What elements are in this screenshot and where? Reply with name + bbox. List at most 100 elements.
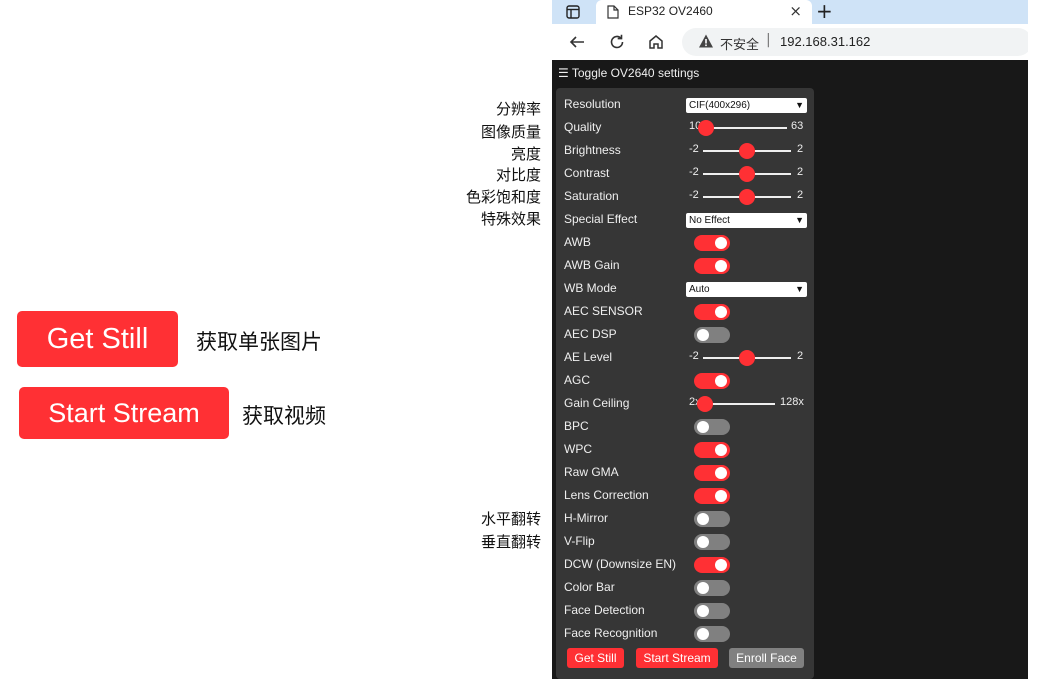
h-mirror-toggle[interactable] [694,511,730,527]
tab-esp32[interactable]: ESP32 OV2460 × [596,0,812,24]
resolution-value: CIF(400x296) [689,100,751,111]
gain-ceiling-max: 128x [780,396,804,408]
brightness-label: Brightness [564,143,621,157]
toggle-knob [697,605,709,617]
big-start-stream-label: Start Stream [48,397,200,428]
annotation-resolution: 分辨率 [495,100,541,118]
dcw-label: DCW (Downsize EN) [564,557,677,571]
row-special-effect: Special Effect No Effect ▼ [556,209,814,229]
raw-gma-toggle[interactable] [694,465,730,481]
face-detection-toggle[interactable] [694,603,730,619]
aec-sensor-toggle[interactable] [694,304,730,320]
awb-toggle[interactable] [694,235,730,251]
resolution-select[interactable]: CIF(400x296) ▼ [686,98,807,113]
contrast-min: -2 [689,166,699,178]
lens-correction-toggle[interactable] [694,488,730,504]
special-effect-select[interactable]: No Effect ▼ [686,213,807,228]
contrast-label: Contrast [564,166,610,180]
chevron-down-icon: ▼ [795,215,804,225]
toggle-knob [715,559,727,571]
aec-dsp-toggle[interactable] [694,327,730,343]
chevron-down-icon: ▼ [795,284,804,294]
settings-panel: Resolution CIF(400x296) ▼ Quality 10 63 … [556,88,814,679]
row-resolution: Resolution CIF(400x296) ▼ [556,94,814,114]
contrast-max: 2 [797,166,804,178]
annotation-contrast: 对比度 [495,166,541,184]
agc-toggle[interactable] [694,373,730,389]
ae-level-min: -2 [689,350,699,362]
insecure-label[interactable]: 不安全 [720,34,759,53]
row-color-bar: Color Bar [556,577,814,597]
tab-title: ESP32 OV2460 [628,4,713,18]
bpc-toggle[interactable] [694,419,730,435]
awb-gain-label: AWB Gain [564,258,620,272]
address-bar[interactable]: 不安全 | 192.168.31.162 [682,28,1028,56]
toggle-knob [715,467,727,479]
toggle-knob [715,237,727,249]
gain-ceiling-slider[interactable] [705,403,775,405]
saturation-label: Saturation [564,189,619,203]
toggle-knob [715,260,727,272]
brightness-slider-thumb[interactable] [739,143,755,159]
warning-icon[interactable] [698,33,714,53]
url-text[interactable]: 192.168.31.162 [780,34,870,49]
v-flip-toggle[interactable] [694,534,730,550]
awb-label: AWB [564,235,591,249]
tab-actions-icon[interactable] [564,3,582,21]
page-viewport: ☰ Toggle OV2640 settings Resolution CIF(… [552,60,1028,679]
awb-gain-toggle[interactable] [694,258,730,274]
quality-slider-thumb[interactable] [698,120,714,136]
bpc-label: BPC [564,419,589,433]
color-bar-label: Color Bar [564,580,615,594]
wb-mode-label: WB Mode [564,281,617,295]
quality-label: Quality [564,120,602,134]
annotation-h-mirror: 水平翻转 [480,510,541,528]
row-lens-correction: Lens Correction [556,485,814,505]
face-recognition-toggle[interactable] [694,626,730,642]
annotation-special-effect: 特殊效果 [480,210,541,228]
saturation-max: 2 [797,189,804,201]
quality-slider[interactable] [706,127,787,129]
toggle-knob [715,306,727,318]
color-bar-toggle[interactable] [694,580,730,596]
gain-ceiling-slider-thumb[interactable] [697,396,713,412]
start-stream-button[interactable]: Start Stream [636,648,718,668]
dcw-toggle[interactable] [694,557,730,573]
aec-dsp-label: AEC DSP [564,327,617,341]
get-still-button[interactable]: Get Still [567,648,624,668]
tab-close-icon[interactable]: × [789,2,802,20]
toggle-knob [697,421,709,433]
toggle-settings[interactable]: ☰ Toggle OV2640 settings [558,66,699,80]
row-quality: Quality 10 63 [556,117,814,137]
row-raw-gma: Raw GMA [556,462,814,482]
v-flip-label: V-Flip [564,534,595,548]
row-awb-gain: AWB Gain [556,255,814,275]
contrast-slider-thumb[interactable] [739,166,755,182]
row-saturation: Saturation -2 2 [556,186,814,206]
saturation-min: -2 [689,189,699,201]
toggle-knob [697,628,709,640]
ae-level-slider-thumb[interactable] [739,350,755,366]
big-get-still-label: Get Still [46,322,149,355]
row-aec-sensor: AEC SENSOR [556,301,814,321]
big-get-still-button[interactable]: Get Still [17,311,178,367]
row-bpc: BPC [556,416,814,436]
ae-level-label: AE Level [564,350,613,364]
row-face-recognition: Face Recognition [556,623,814,643]
wb-mode-value: Auto [689,284,710,295]
new-tab-icon[interactable]: + [816,0,833,22]
refresh-icon[interactable] [606,31,628,53]
back-icon[interactable] [566,31,588,53]
wpc-toggle[interactable] [694,442,730,458]
page-icon [604,3,622,21]
annotation-brightness: 亮度 [510,145,541,163]
big-start-stream-button[interactable]: Start Stream [19,387,229,439]
special-effect-value: No Effect [689,215,730,226]
toggle-knob [715,444,727,456]
wb-mode-select[interactable]: Auto ▼ [686,282,807,297]
enroll-face-button[interactable]: Enroll Face [729,648,804,668]
face-detection-label: Face Detection [564,603,645,617]
browser-window: ESP32 OV2460 × + 不安全 | 192.168.31.162 ☰ … [552,0,1028,679]
saturation-slider-thumb[interactable] [739,189,755,205]
home-icon[interactable] [645,31,667,53]
